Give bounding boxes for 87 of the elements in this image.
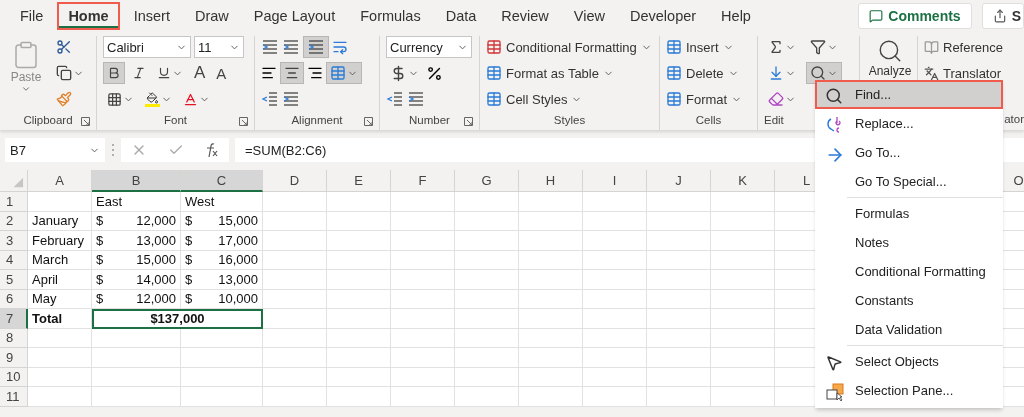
menu-item[interactable]: Notes [815,228,1003,257]
ribbon-tab[interactable]: Insert [122,2,181,30]
row-header[interactable]: 5 [0,270,28,290]
row-header[interactable]: 7 [0,309,28,329]
shrink-font-button[interactable]: A [212,62,231,84]
menu-item[interactable]: Selection Pane... [815,376,1003,405]
table-cell: $ 13,000 [92,231,181,251]
table-cell[interactable]: $137,000 [92,309,263,329]
menu-item[interactable]: Constants [815,286,1003,315]
analyze-data-button[interactable]: Analyze [866,36,914,78]
row-header[interactable]: 4 [0,250,28,270]
styles-button[interactable]: Format as Table [486,62,653,84]
column-header[interactable]: F [391,170,455,192]
group-label: Alignment [291,114,343,126]
table-cell: East [92,192,181,212]
table-cell: $ 10,000 [181,289,263,309]
table-cell: $ 12,000 [92,289,181,309]
row-header[interactable]: 6 [0,289,28,309]
ribbon-tab[interactable]: Developer [619,2,708,30]
ribbon-tab[interactable]: Page Layout [242,2,347,30]
table-cell: April [28,270,92,290]
share-button[interactable]: S [981,3,1024,29]
table-cell: $ 14,000 [92,270,181,290]
table-cell: $ 15,000 [92,250,181,270]
ribbon-tab[interactable]: View [562,2,616,30]
ribbon-tab[interactable]: Draw [183,2,240,30]
row-header[interactable]: 2 [0,211,28,231]
menu-item[interactable]: Replace... [815,109,1003,138]
cells-button[interactable]: Format [666,88,751,110]
menu-item[interactable]: Select Objects [815,347,1003,376]
cells-button[interactable]: Delete [666,62,751,84]
group-label: Edit [764,114,784,126]
group-label: Cells [695,114,722,126]
ribbon-tab[interactable]: Data [434,2,488,30]
cells-button[interactable]: Insert [666,36,751,58]
column-header[interactable]: K [711,170,775,192]
ribbon-tab[interactable]: File [9,2,55,30]
menu-item[interactable]: Go To Special... [815,167,1003,196]
ribbon-tab[interactable]: Formulas [349,2,432,30]
column-header[interactable]: J [647,170,711,192]
ribbon-tab[interactable]: Help [710,2,762,30]
ribbon-tab[interactable]: Home [57,2,120,30]
group-label: Styles [553,114,586,126]
menu-item[interactable]: Formulas [815,199,1003,228]
column-header[interactable]: D [263,170,327,192]
table-cell: Total [28,309,92,329]
styles-button[interactable]: Conditional Formatting [486,36,653,58]
font-name-field[interactable]: Calibri [103,36,191,58]
column-header[interactable]: C [181,170,263,192]
table-cell: March [28,250,92,270]
column-header[interactable]: E [327,170,391,192]
table-cell: $ 12,000 [92,211,181,231]
row-header[interactable]: 9 [0,348,28,368]
menu-item[interactable]: Find... [815,80,1003,109]
group-label: Clipboard [23,114,73,126]
column-header[interactable]: G [455,170,519,192]
column-header[interactable]: B [92,170,181,192]
table-cell: $ 13,000 [181,270,263,290]
comments-button[interactable]: Comments [858,3,972,29]
group-label: ator [1004,113,1024,125]
ribbon-tab[interactable]: Review [490,2,560,30]
column-header[interactable]: A [28,170,92,192]
table-cell: $ 15,000 [181,211,263,231]
styles-button[interactable]: Cell Styles [486,88,653,110]
table-cell: $ 17,000 [181,231,263,251]
number-format-field[interactable]: Currency [386,36,472,58]
name-box[interactable]: B7 [5,138,105,162]
table-cell: West [181,192,263,212]
column-header[interactable]: I [583,170,647,192]
font-size-field[interactable]: 11 [194,36,244,58]
group-label: Font [164,114,187,126]
reference-button[interactable]: Reference [924,36,1024,58]
menu-item[interactable]: Conditional Formatting [815,257,1003,286]
grow-font-button[interactable]: A [190,62,210,84]
menu-item[interactable]: Data Validation [815,315,1003,344]
row-header[interactable]: 8 [0,328,28,348]
menu-item[interactable]: Go To... [815,138,1003,167]
table-cell: January [28,211,92,231]
row-header[interactable]: 3 [0,231,28,251]
table-cell: $ 16,000 [181,250,263,270]
row-header[interactable]: 1 [0,192,28,212]
row-header[interactable]: 10 [0,367,28,387]
group-label: Number [409,114,450,126]
row-header[interactable]: 11 [0,387,28,407]
column-header[interactable]: H [519,170,583,192]
table-cell: February [28,231,92,251]
table-cell: May [28,289,92,309]
